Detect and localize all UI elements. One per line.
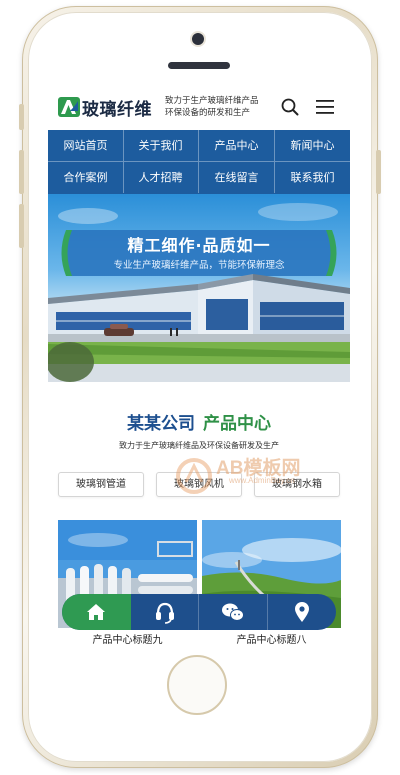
mute-switch (19, 104, 24, 130)
volume-down-button (19, 204, 24, 248)
phone-screen: 玻璃纤维 致力于生产玻璃纤维产品 环保设备的研发和生产 网站首页 关于我们 产品… (48, 84, 350, 645)
nav-contact[interactable]: 联系我们 (275, 162, 350, 193)
wechat-icon (222, 603, 244, 621)
earpiece-speaker (168, 62, 230, 69)
slogan-line-1: 致力于生产玻璃纤维产品 (165, 96, 259, 106)
slogan-line-2: 环保设备的研发和生产 (165, 108, 251, 118)
category-button-pipe[interactable]: 玻璃钢管道 (58, 472, 144, 497)
watermark-url: www.AdminBuy.cn (229, 476, 295, 485)
headset-icon (155, 602, 174, 624)
bottom-toolbar (62, 594, 336, 630)
site-header: 玻璃纤维 致力于生产玻璃纤维产品 环保设备的研发和生产 (48, 84, 350, 130)
product-caption-2[interactable]: 产品中心标题八 (202, 631, 341, 645)
header-slogan: 致力于生产玻璃纤维产品 环保设备的研发和生产 (165, 95, 277, 119)
company-name: 某某公司 (127, 414, 195, 434)
nav-products[interactable]: 产品中心 (199, 130, 275, 161)
front-camera (192, 33, 204, 45)
nav-jobs[interactable]: 人才招聘 (123, 162, 199, 193)
banner-subtitle: 专业生产玻璃纤维产品，节能环保新理念 (113, 260, 285, 271)
nav-message[interactable]: 在线留言 (199, 162, 275, 193)
logo-icon[interactable] (58, 97, 80, 117)
section-tagline: 致力于生产玻璃纤维品及环保设备研发及生产 (119, 441, 279, 450)
nav-cases[interactable]: 合作案例 (48, 162, 124, 193)
section-title: 某某公司 产品中心 (48, 409, 350, 434)
banner-title: 精工细作·品质如一 (127, 236, 271, 255)
hero-banner[interactable]: 精工细作·品质如一 专业生产玻璃纤维产品，节能环保新理念 (48, 194, 350, 382)
main-nav: 网站首页 关于我们 产品中心 新闻中心 合作案例 人才招聘 在线留言 联系我们 (48, 130, 350, 194)
home-icon (87, 604, 105, 620)
banner-factory-illustration (48, 203, 350, 382)
power-button (376, 150, 381, 194)
bottom-home-button[interactable] (62, 594, 131, 630)
phone-home-button[interactable] (167, 655, 227, 715)
product-caption-1[interactable]: 产品中心标题九 (58, 631, 197, 645)
bottom-wechat-button[interactable] (199, 594, 268, 630)
nav-about[interactable]: 关于我们 (123, 130, 199, 161)
nav-news[interactable]: 新闻中心 (275, 130, 350, 161)
menu-icon[interactable] (316, 99, 334, 115)
nav-home[interactable]: 网站首页 (48, 130, 124, 161)
section-heading: 产品中心 (203, 414, 271, 434)
search-icon[interactable] (281, 98, 299, 116)
volume-up-button (19, 150, 24, 194)
bottom-location-button[interactable] (268, 594, 337, 630)
logo-text[interactable]: 玻璃纤维 (82, 95, 152, 120)
bottom-phone-button[interactable] (131, 594, 199, 630)
location-icon (294, 602, 309, 622)
